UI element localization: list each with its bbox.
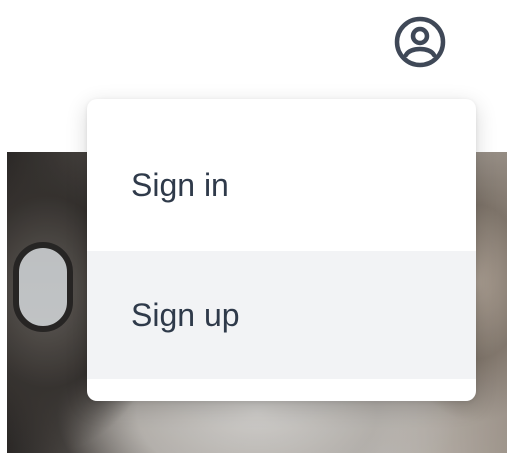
sign-up-label: Sign up bbox=[131, 296, 240, 333]
account-button[interactable] bbox=[392, 14, 448, 70]
sign-in-label: Sign in bbox=[131, 166, 229, 203]
sign-in-menu-item[interactable]: Sign in bbox=[87, 121, 476, 249]
sign-up-menu-item[interactable]: Sign up bbox=[87, 251, 476, 379]
account-dropdown-menu: Sign in Sign up bbox=[87, 99, 476, 401]
user-circle-icon bbox=[392, 14, 448, 70]
page: Sign in Sign up bbox=[0, 0, 507, 453]
